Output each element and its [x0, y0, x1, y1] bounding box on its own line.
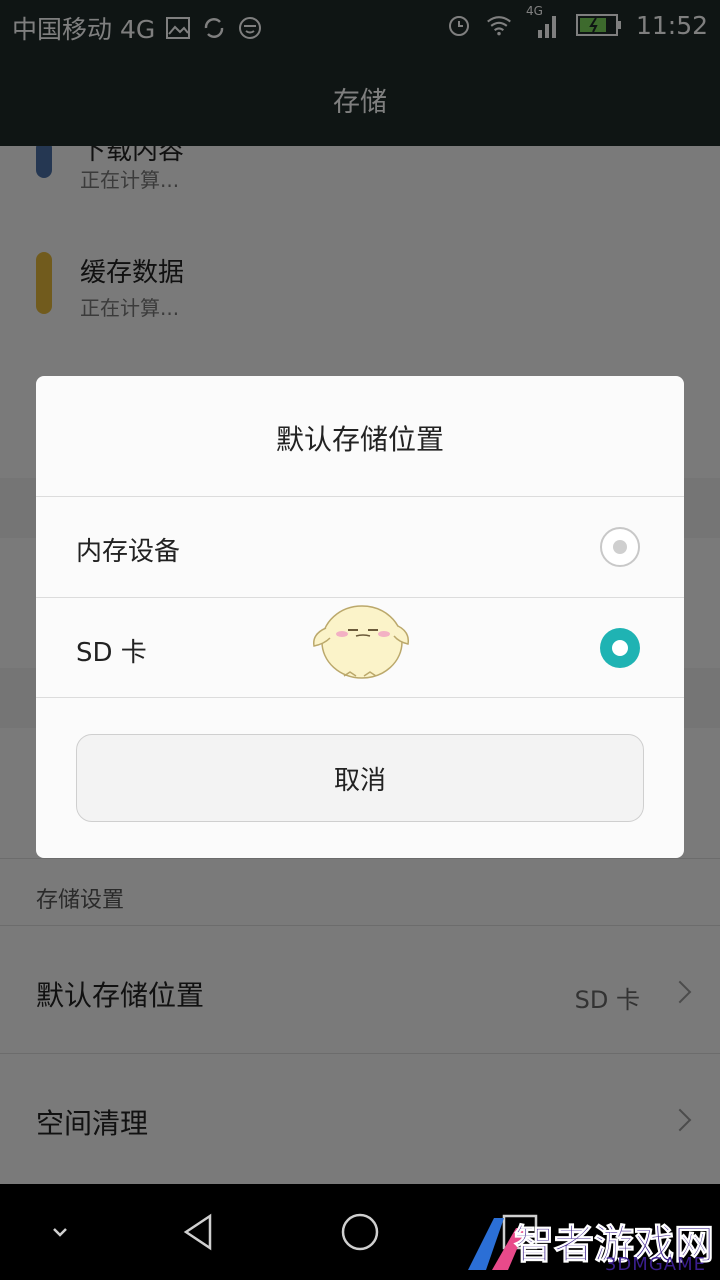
- option-label: 内存设备: [76, 537, 181, 567]
- radio-button[interactable]: [600, 628, 640, 668]
- option-label: SD 卡: [76, 638, 147, 668]
- mascot-sticker: [313, 605, 410, 679]
- radio-button[interactable]: [600, 527, 640, 567]
- cancel-button[interactable]: 取消: [76, 734, 644, 822]
- home-icon[interactable]: [334, 1206, 386, 1258]
- dialog-title: 默认存储位置: [275, 423, 444, 456]
- option-internal-storage[interactable]: 内存设备: [36, 497, 684, 597]
- back-icon[interactable]: [174, 1206, 226, 1258]
- site-watermark: 智者游戏网 3DMGAME: [434, 1208, 715, 1278]
- divider: [36, 697, 684, 698]
- watermark-subtext: 3DMGAME: [604, 1254, 706, 1275]
- chevron-down-icon[interactable]: [34, 1206, 86, 1258]
